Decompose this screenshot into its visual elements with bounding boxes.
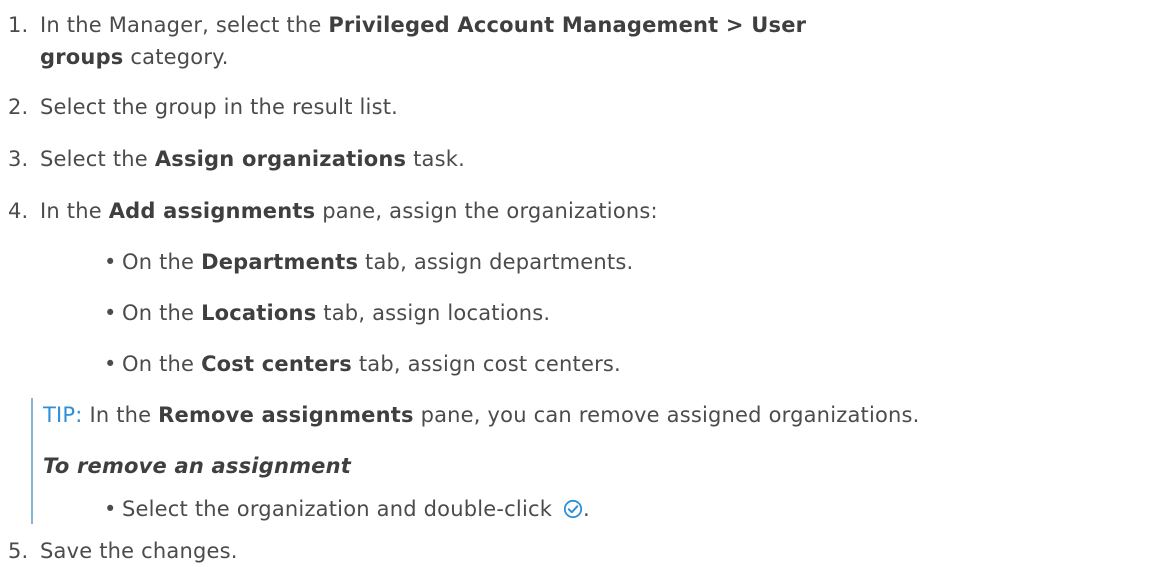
step-number: 4. bbox=[8, 199, 29, 223]
procedure-heading: To remove an assignment bbox=[43, 454, 352, 478]
bullet-text-end: . bbox=[582, 497, 590, 521]
bullet-marker: • bbox=[104, 352, 117, 376]
task-name: Assign organizations bbox=[154, 147, 407, 171]
menu-path-end: groups bbox=[40, 45, 124, 69]
bullet-item: • On the Departments tab, assign departme… bbox=[104, 247, 633, 277]
step-5: 5. Save the changes. bbox=[8, 536, 238, 566]
step-1-continued: groups category. bbox=[40, 42, 229, 72]
step-number: 3. bbox=[8, 147, 29, 171]
bullet-text: tab, assign cost centers. bbox=[351, 352, 621, 376]
bullet-text: tab, assign locations. bbox=[316, 301, 551, 325]
step-2: 2. Select the group in the result list. bbox=[8, 92, 398, 122]
bullet-text: On the bbox=[122, 301, 202, 325]
step-number: 2. bbox=[8, 95, 29, 119]
pane-name: Remove assignments bbox=[158, 403, 414, 427]
menu-path: Privileged Account Management > User bbox=[328, 13, 807, 37]
tab-name: Departments bbox=[201, 250, 359, 274]
step-text: task. bbox=[406, 147, 465, 171]
step-number: 1. bbox=[8, 13, 29, 37]
bullet-marker: • bbox=[104, 497, 117, 521]
step-3: 3. Select the Assign organizations task. bbox=[8, 144, 465, 174]
step-1: 1. In the Manager, select the Privileged … bbox=[8, 10, 806, 40]
check-circle-icon bbox=[563, 497, 583, 527]
step-text: Select the bbox=[40, 147, 155, 171]
tab-name: Locations bbox=[201, 301, 317, 325]
tab-name: Cost centers bbox=[201, 352, 352, 376]
bullet-marker: • bbox=[104, 301, 117, 325]
step-text: Save the changes. bbox=[40, 539, 238, 563]
tip-text: In the bbox=[82, 403, 159, 427]
bullet-item: • On the Locations tab, assign locations. bbox=[104, 298, 550, 328]
step-text: category. bbox=[123, 45, 229, 69]
bullet-marker: • bbox=[104, 250, 117, 274]
bullet-text: tab, assign departments. bbox=[358, 250, 634, 274]
tip-label: TIP: bbox=[43, 403, 83, 427]
tip-bullet-item: • Select the organization and double-clic… bbox=[104, 494, 590, 527]
tip-note: TIP: In the Remove assignments pane, you… bbox=[43, 400, 920, 430]
bullet-text: Select the organization and double-click bbox=[122, 497, 559, 521]
tip-border bbox=[31, 398, 33, 524]
step-text: In the Manager, select the bbox=[40, 13, 329, 37]
step-text: pane, assign the organizations: bbox=[315, 199, 658, 223]
step-text: Select the group in the result list. bbox=[40, 95, 399, 119]
step-4: 4. In the Add assignments pane, assign th… bbox=[8, 196, 658, 226]
pane-name: Add assignments bbox=[108, 199, 316, 223]
bullet-item: • On the Cost centers tab, assign cost ce… bbox=[104, 349, 621, 379]
step-number: 5. bbox=[8, 539, 29, 563]
tip-text: pane, you can remove assigned organizati… bbox=[413, 403, 920, 427]
step-text: In the bbox=[40, 199, 109, 223]
bullet-text: On the bbox=[122, 352, 202, 376]
bullet-text: On the bbox=[122, 250, 202, 274]
